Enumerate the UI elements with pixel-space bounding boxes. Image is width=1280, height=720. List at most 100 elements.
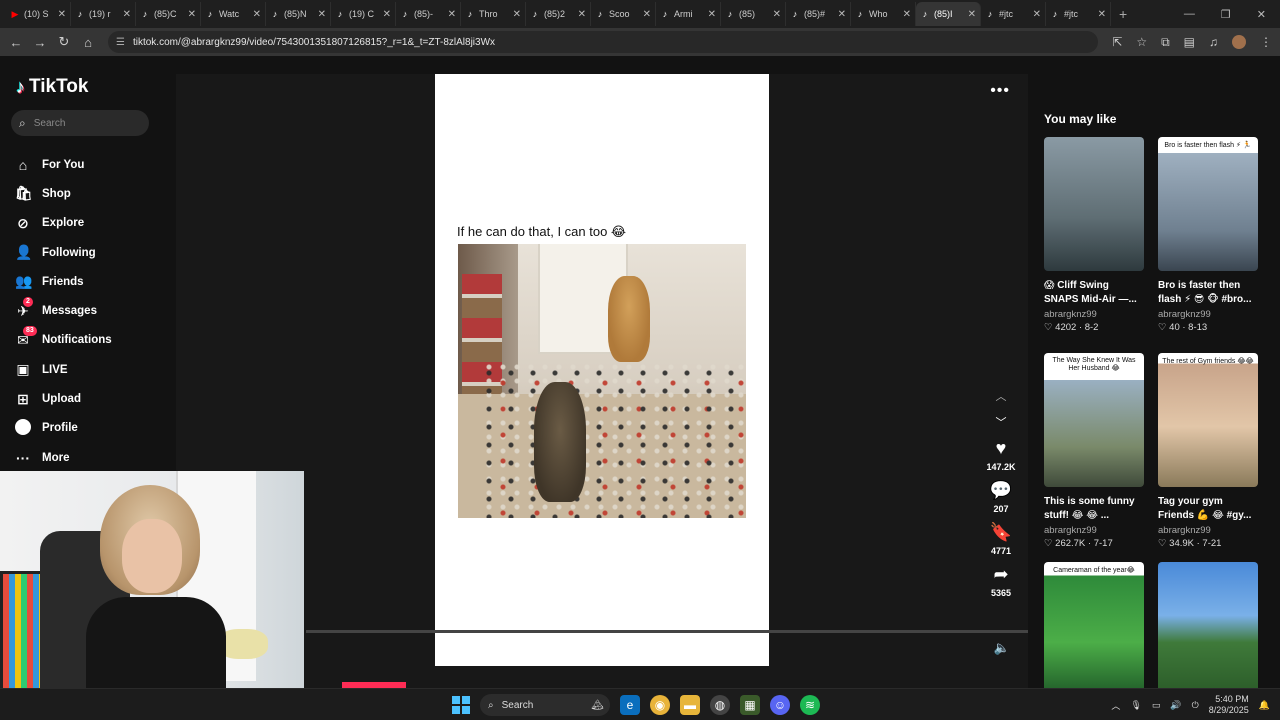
url-field[interactable]: ☰ tiktok.com/@abrargknz99/video/75430013… [108, 31, 1098, 53]
tray-overflow-icon[interactable]: ︿ [1111, 699, 1120, 712]
sidebar-item-following[interactable]: 👤 Following [15, 238, 112, 267]
tab-close-icon[interactable]: ✕ [968, 9, 976, 20]
card-title[interactable]: This is some funny stuff! 😂 😂 ... [1044, 495, 1144, 523]
new-tab-icon[interactable]: + [1119, 6, 1127, 22]
card-title[interactable]: Tag your gym Friends 💪 😂 #gy... [1158, 495, 1258, 523]
minimize-icon[interactable]: — [1184, 8, 1195, 20]
card-author[interactable]: abrargknz99 [1044, 525, 1144, 536]
discord-icon[interactable]: ☺ [770, 695, 790, 715]
browser-profile-avatar[interactable] [1232, 35, 1246, 49]
browser-tab[interactable]: ♪ #jtc ✕ [1046, 2, 1111, 26]
next-video-icon[interactable]: ﹀ [996, 410, 1007, 436]
taskbar-search[interactable]: ⌕ Search 🏔 [480, 694, 610, 716]
tab-close-icon[interactable]: ✕ [1098, 9, 1106, 20]
recommended-video-card[interactable]: 😱 Cliff Swing SNAPS Mid-Air —... abrargkn… [1044, 137, 1144, 333]
search-input[interactable]: ⌕ Search [11, 110, 149, 136]
home-icon[interactable]: ⌂ [76, 35, 100, 50]
sidebar-item-messages[interactable]: ✈ 2 Messages [15, 296, 112, 325]
previous-video-icon[interactable]: ︿ [996, 384, 1007, 410]
volume-tray-icon[interactable]: 🔊 [1170, 700, 1181, 711]
browser-tab[interactable]: ♪ (85) ✕ [721, 2, 786, 26]
recommended-video-card[interactable]: The Way She Knew It Was Her Husband 😂 Thi… [1044, 353, 1144, 549]
power-icon[interactable]: ⏻ [1192, 700, 1199, 711]
install-icon[interactable]: ⇱ [1112, 35, 1122, 49]
video-thumbnail[interactable]: The Way She Knew It Was Her Husband 😂 [1044, 353, 1144, 487]
browser-tab[interactable]: ♪ (19) C ✕ [331, 2, 396, 26]
recommended-video-card[interactable]: Cameraman of the year😂 [1044, 562, 1144, 696]
tab-close-icon[interactable]: ✕ [318, 9, 326, 20]
tab-close-icon[interactable]: ✕ [383, 9, 391, 20]
sidebar-item-live[interactable]: ▣ LIVE [15, 355, 112, 384]
sidebar-item-friends[interactable]: 👥 Friends [15, 267, 112, 296]
video-thumbnail[interactable] [1158, 562, 1258, 696]
chrome-icon[interactable]: ◉ [650, 695, 670, 715]
spotify-icon[interactable]: ≋ [800, 695, 820, 715]
browser-tab[interactable]: ♪ (19) r ✕ [71, 2, 136, 26]
forward-icon[interactable]: → [28, 35, 52, 50]
sidebar-item-explore[interactable]: ⊘ Explore [15, 209, 112, 238]
browser-tab[interactable]: ♪ Watc ✕ [201, 2, 266, 26]
save-action[interactable]: 🔖 4771 [990, 520, 1012, 556]
system-clock[interactable]: 5:40 PM 8/29/2025 [1209, 694, 1249, 716]
file-explorer-icon[interactable]: ▬ [680, 695, 700, 715]
tab-close-icon[interactable]: ✕ [773, 9, 781, 20]
game-icon[interactable]: ▦ [740, 695, 760, 715]
browser-tab[interactable]: ♪ Armi ✕ [656, 2, 721, 26]
obs-icon[interactable]: ◍ [710, 695, 730, 715]
sidebar-item-upload[interactable]: ⊞ Upload [15, 384, 112, 413]
tab-close-icon[interactable]: ✕ [188, 9, 196, 20]
tab-close-icon[interactable]: ✕ [643, 9, 651, 20]
recommended-video-card[interactable] [1158, 562, 1258, 696]
sidebar-item-for-you[interactable]: ⌂ For You [15, 150, 112, 179]
sidepanel-icon[interactable]: ▤ [1184, 35, 1195, 49]
tab-close-icon[interactable]: ✕ [123, 9, 131, 20]
tab-close-icon[interactable]: ✕ [513, 9, 521, 20]
card-title[interactable]: Bro is faster then flash ⚡ 😎 🐵 #bro... [1158, 279, 1258, 307]
sidebar-item-more[interactable]: ··· More [15, 443, 112, 472]
card-author[interactable]: abrargknz99 [1158, 309, 1258, 320]
video-thumbnail[interactable] [1044, 137, 1144, 271]
video-thumbnail[interactable]: The rest of Gym friends 😂😂 [1158, 353, 1258, 487]
video-thumbnail[interactable]: Bro is faster then flash ⚡ 🏃 [1158, 137, 1258, 271]
tab-close-icon[interactable]: ✕ [578, 9, 586, 20]
tab-close-icon[interactable]: ✕ [838, 9, 846, 20]
extensions-icon[interactable]: ⧉ [1161, 35, 1170, 50]
share-action[interactable]: ➦ 5365 [991, 562, 1011, 598]
bookmark-star-icon[interactable]: ☆ [1136, 35, 1147, 49]
tiktok-logo[interactable]: ♪ TikTok [16, 76, 88, 98]
tab-close-icon[interactable]: ✕ [58, 9, 66, 20]
card-author[interactable]: abrargknz99 [1158, 525, 1258, 536]
sidebar-item-profile[interactable]: Profile [15, 414, 112, 443]
browser-menu-icon[interactable]: ⋮ [1260, 35, 1272, 49]
sidebar-item-notifications[interactable]: ✉ 83 Notifications [15, 325, 112, 355]
notifications-tray-icon[interactable]: 🔔 [1259, 700, 1270, 711]
card-author[interactable]: abrargknz99 [1044, 309, 1144, 320]
media-icon[interactable]: ♫ [1209, 35, 1218, 49]
tab-close-icon[interactable]: ✕ [903, 9, 911, 20]
browser-tab[interactable]: ♪ (85)N ✕ [266, 2, 331, 26]
recommended-video-card[interactable]: The rest of Gym friends 😂😂 Tag your gym F… [1158, 353, 1258, 549]
browser-tab[interactable]: ♪ #jtc ✕ [981, 2, 1046, 26]
browser-tab[interactable]: ♪ (85)C ✕ [136, 2, 201, 26]
close-window-icon[interactable]: ✕ [1257, 8, 1266, 21]
browser-tab[interactable]: ♪ Scoo ✕ [591, 2, 656, 26]
browser-tab[interactable]: ♪ Thro ✕ [461, 2, 526, 26]
reload-icon[interactable]: ↻ [52, 34, 76, 50]
recommended-video-card[interactable]: Bro is faster then flash ⚡ 🏃 Bro is faste… [1158, 137, 1258, 333]
like-action[interactable]: ♥ 147.2K [986, 436, 1015, 472]
browser-tab[interactable]: ♪ (85)- ✕ [396, 2, 461, 26]
tab-close-icon[interactable]: ✕ [708, 9, 716, 20]
video-thumbnail[interactable]: Cameraman of the year😂 [1044, 562, 1144, 696]
browser-tab[interactable]: ♪ Who ✕ [851, 2, 916, 26]
microphone-icon[interactable]: 🎙 [1130, 700, 1141, 711]
browser-tab[interactable]: ♪ (85)I ✕ [916, 2, 981, 26]
video-progress-bar[interactable] [306, 630, 1028, 633]
browser-tab[interactable]: ♪ (85)# ✕ [786, 2, 851, 26]
video-player[interactable]: If he can do that, I can too 😂 [435, 74, 769, 666]
back-icon[interactable]: ← [4, 35, 28, 50]
more-options-icon[interactable]: ••• [990, 82, 1010, 100]
comment-action[interactable]: 💬 207 [990, 478, 1012, 514]
tab-close-icon[interactable]: ✕ [1033, 9, 1041, 20]
edge-icon[interactable]: e [620, 695, 640, 715]
windows-start-icon[interactable] [452, 696, 470, 714]
